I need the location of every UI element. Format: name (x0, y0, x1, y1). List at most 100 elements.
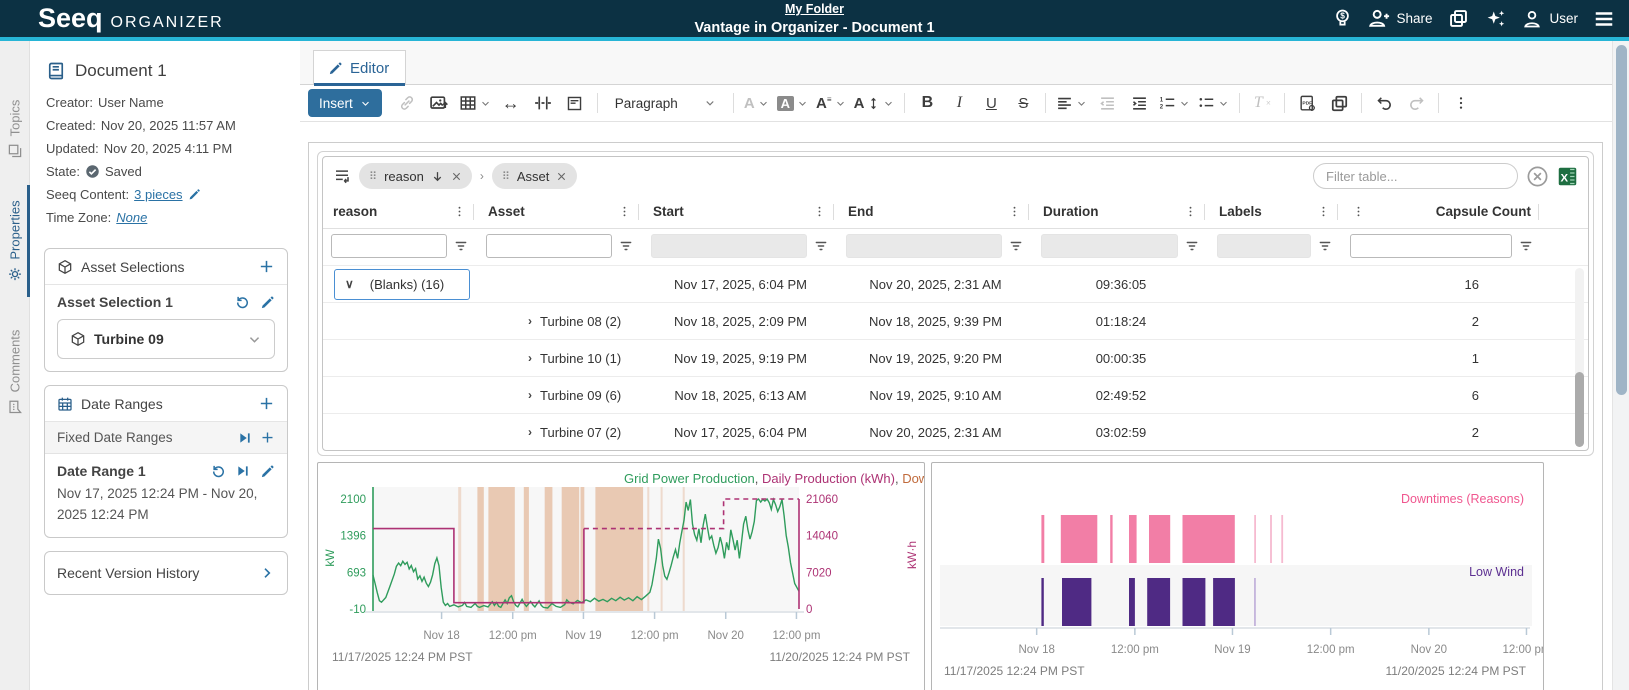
page-break-button[interactable] (528, 88, 558, 118)
table-row[interactable]: ›Turbine 08 (2)Nov 18, 2025, 2:09 PMNov … (323, 302, 1588, 339)
full-width-button[interactable]: ↔ (496, 88, 526, 118)
share-button[interactable]: Share (1396, 11, 1432, 26)
cell-asset[interactable]: ›Turbine 09 (6) (478, 377, 643, 413)
cell-reason[interactable]: ∨(Blanks) (16) (323, 266, 478, 302)
step-range-icon[interactable] (236, 464, 250, 478)
insert-table-button[interactable] (456, 88, 494, 118)
drag-handle-icon[interactable]: ⠿ (502, 170, 510, 183)
remove-group-icon[interactable] (451, 171, 462, 182)
add-fixed-range-icon[interactable] (260, 430, 275, 445)
edit-asset-icon[interactable] (260, 295, 275, 310)
insert-image-button[interactable] (424, 88, 454, 118)
column-menu-icon[interactable] (1008, 205, 1021, 218)
expand-icon[interactable]: › (528, 388, 532, 402)
column-header-end[interactable]: End (838, 195, 1033, 228)
column-header-start[interactable]: Start (643, 195, 838, 228)
page-scrollbar[interactable] (1612, 41, 1629, 690)
column-header-capsule-count[interactable]: Capsule Count (1342, 195, 1543, 228)
filter-input-end[interactable] (846, 234, 1002, 258)
drag-handle-icon[interactable]: ⠿ (369, 170, 377, 183)
funnel-icon[interactable] (454, 239, 468, 253)
redo-button[interactable] (1401, 88, 1431, 118)
cell-asset[interactable]: ›Turbine 10 (1) (478, 340, 643, 376)
downtime-timeline-widget[interactable]: Downtimes (Reasons)Low WindNov 1812:00 p… (931, 462, 1544, 690)
page-scrollbar-thumb[interactable] (1616, 45, 1627, 395)
indent-button[interactable] (1124, 88, 1154, 118)
filter-input-labels[interactable] (1217, 234, 1311, 258)
highlight-color-button[interactable]: A (774, 88, 811, 118)
sort-desc-icon[interactable] (431, 170, 444, 183)
filter-input-start[interactable] (651, 234, 807, 258)
filter-input-duration[interactable] (1041, 234, 1178, 258)
group-pill-reason[interactable]: ⠿ reason (359, 163, 472, 189)
refresh-asset-icon[interactable] (235, 295, 250, 310)
cell-asset[interactable]: ›Turbine 08 (2) (478, 303, 643, 339)
tab-properties[interactable]: Properties (0, 181, 30, 301)
expand-icon[interactable]: › (528, 314, 532, 328)
undo-button[interactable] (1369, 88, 1399, 118)
tab-comments[interactable]: Comments (0, 313, 30, 431)
column-menu-icon[interactable] (453, 205, 466, 218)
italic-button[interactable]: I (944, 88, 974, 118)
group-columns-icon[interactable] (333, 167, 351, 185)
link-button[interactable] (392, 88, 422, 118)
funnel-icon[interactable] (619, 239, 633, 253)
group-pill-asset[interactable]: ⠿ Asset (492, 163, 578, 189)
funnel-icon[interactable] (1009, 239, 1023, 253)
column-header-labels[interactable]: Labels (1209, 195, 1342, 228)
refresh-range-icon[interactable] (211, 464, 226, 479)
trend-chart-widget[interactable]: Nov 1812:00 pmNov 1912:00 pmNov 2012:00 … (317, 462, 925, 690)
table-widget-container[interactable]: ⠿ reason › ⠿ Asset (317, 151, 1594, 456)
share-users-icon[interactable] (1368, 8, 1390, 30)
underline-button[interactable]: U (976, 88, 1006, 118)
add-asset-selection-icon[interactable] (258, 258, 275, 275)
font-color-button[interactable]: A (741, 88, 772, 118)
clear-format-button[interactable]: T× (1247, 88, 1277, 118)
excel-export-icon[interactable] (1557, 166, 1578, 187)
filter-input-capsule-count[interactable] (1350, 234, 1512, 258)
clear-table-icon[interactable] (1526, 165, 1549, 188)
strikethrough-button[interactable]: S (1008, 88, 1038, 118)
bold-button[interactable]: B (912, 88, 942, 118)
step-forward-icon[interactable] (238, 431, 252, 445)
funnel-icon[interactable] (1318, 239, 1332, 253)
align-button[interactable] (1053, 88, 1090, 118)
table-row[interactable]: ∨(Blanks) (16)Nov 17, 2025, 6:04 PMNov 2… (323, 265, 1588, 302)
expand-icon[interactable]: › (528, 425, 532, 439)
table-row[interactable]: ›Turbine 10 (1)Nov 19, 2025, 9:19 PMNov … (323, 339, 1588, 376)
expand-icon[interactable]: › (528, 351, 532, 365)
worksheets-icon[interactable] (1447, 8, 1469, 30)
timezone-link[interactable]: None (116, 210, 147, 225)
column-header-reason[interactable]: reason (323, 195, 478, 228)
add-date-range-icon[interactable] (258, 395, 275, 412)
filter-table-input[interactable] (1313, 163, 1518, 189)
edit-content-icon[interactable] (188, 188, 201, 201)
seeq-content-link[interactable]: 3 pieces (134, 187, 182, 202)
selected-group-cell[interactable]: ∨(Blanks) (16) (334, 269, 470, 300)
pdf-export-button[interactable] (1292, 88, 1322, 118)
seeq-logo[interactable]: Seeq ORGANIZER (0, 3, 224, 34)
column-menu-icon[interactable] (1184, 205, 1197, 218)
hamburger-menu-icon[interactable] (1593, 8, 1615, 30)
table-row[interactable]: ›Turbine 07 (2)Nov 17, 2025, 6:04 PMNov … (323, 413, 1588, 450)
column-menu-icon[interactable] (1317, 205, 1330, 218)
table-row[interactable]: ›Turbine 09 (6)Nov 18, 2025, 6:13 AMNov … (323, 376, 1588, 413)
copy-document-button[interactable] (1324, 88, 1354, 118)
toolbar-overflow-menu[interactable] (1446, 88, 1476, 118)
collapse-icon[interactable]: ∨ (345, 277, 354, 291)
tab-editor[interactable]: Editor (313, 50, 406, 85)
column-header-asset[interactable]: Asset (478, 195, 643, 228)
remove-group-icon[interactable] (556, 171, 567, 182)
column-header-duration[interactable]: Duration (1033, 195, 1209, 228)
funnel-icon[interactable] (814, 239, 828, 253)
funnel-icon[interactable] (1519, 239, 1533, 253)
column-menu-icon[interactable] (813, 205, 826, 218)
edit-range-icon[interactable] (260, 464, 275, 479)
outdent-button[interactable] (1092, 88, 1122, 118)
line-height-button[interactable]: A (851, 88, 898, 118)
user-icon[interactable] (1521, 8, 1543, 30)
bullet-list-button[interactable] (1195, 88, 1232, 118)
my-folder-link[interactable]: My Folder (785, 2, 844, 16)
value-bulb-icon[interactable] (1331, 8, 1353, 30)
version-history-card[interactable]: Recent Version History (44, 551, 288, 595)
